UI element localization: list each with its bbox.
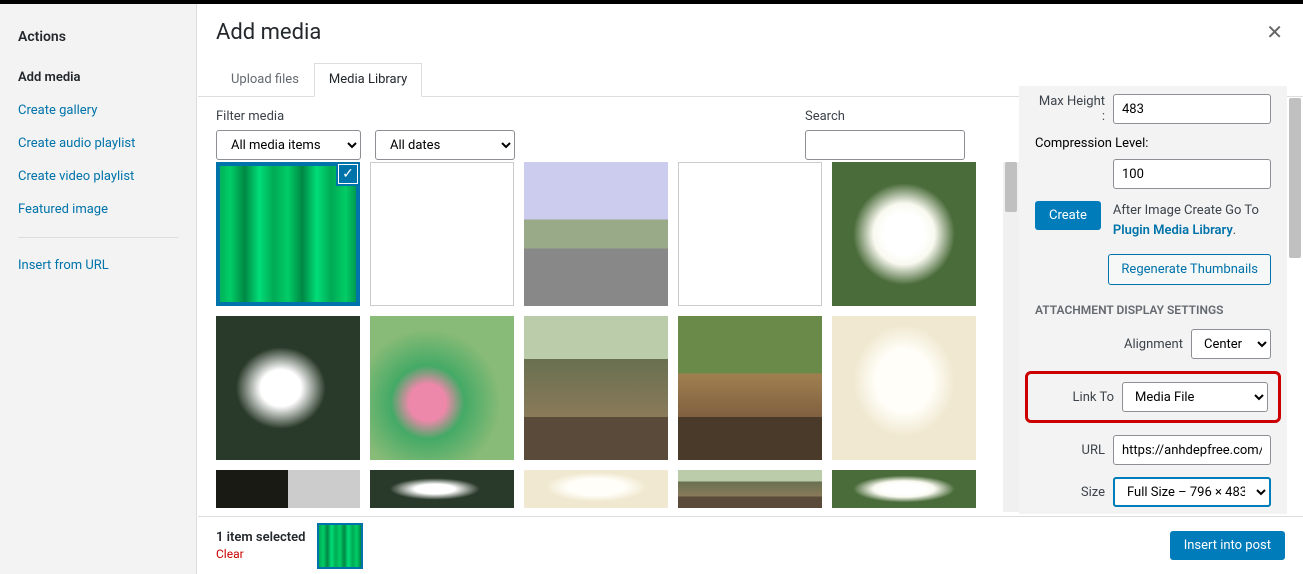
- footer-bar: 1 item selected Clear Insert into post: [198, 516, 1303, 574]
- gallery-scrollbar[interactable]: [1003, 162, 1019, 512]
- close-icon[interactable]: ✕: [1266, 20, 1283, 44]
- thumb-image: [832, 316, 976, 460]
- thumb-image: [370, 470, 514, 508]
- media-thumb[interactable]: [832, 316, 976, 460]
- after-create-text: After Image Create Go To Plugin Media Li…: [1113, 201, 1271, 240]
- checkmark-icon[interactable]: ✓: [336, 162, 360, 186]
- sidebar-item-create-video-playlist[interactable]: Create video playlist: [18, 169, 178, 184]
- create-button[interactable]: Create: [1035, 201, 1101, 230]
- filter-label: Filter media: [216, 109, 361, 124]
- media-thumb[interactable]: [678, 162, 822, 306]
- max-height-input[interactable]: [1113, 94, 1271, 124]
- sidebar-divider: [18, 237, 178, 238]
- thumb-image: [216, 470, 360, 508]
- media-thumb[interactable]: [524, 470, 668, 508]
- thumb-image: [370, 316, 514, 460]
- size-select[interactable]: Full Size – 796 × 483: [1113, 477, 1271, 507]
- media-gallery[interactable]: ✓: [216, 162, 1003, 514]
- right-panel-scrollbar[interactable]: [1287, 86, 1303, 516]
- page-title: Add media: [198, 4, 1303, 63]
- link-to-select[interactable]: Media File: [1122, 382, 1268, 412]
- tab-media-library[interactable]: Media Library: [314, 63, 422, 97]
- media-thumb[interactable]: [678, 470, 822, 508]
- thumb-image: [524, 162, 668, 306]
- regenerate-thumbnails-button[interactable]: Regenerate Thumbnails: [1108, 254, 1271, 285]
- tab-upload-files[interactable]: Upload files: [216, 63, 314, 96]
- media-thumb[interactable]: [832, 162, 976, 306]
- attachment-display-settings-title: Attachment Display Settings: [1035, 303, 1271, 317]
- media-thumb[interactable]: [370, 162, 514, 306]
- media-thumb[interactable]: [524, 162, 668, 306]
- max-height-label: Max Height :: [1035, 94, 1105, 124]
- thumb-image: [678, 162, 822, 306]
- sidebar-heading: Actions: [18, 29, 178, 45]
- media-thumb[interactable]: [370, 470, 514, 508]
- media-thumb[interactable]: ✓: [216, 162, 360, 306]
- sidebar-item-add-media[interactable]: Add media: [18, 70, 178, 85]
- filter-date-select[interactable]: All dates: [375, 130, 515, 160]
- sidebar-item-insert-from-url[interactable]: Insert from URL: [18, 258, 178, 273]
- thumb-image: [832, 470, 976, 508]
- sidebar-item-create-audio-playlist[interactable]: Create audio playlist: [18, 136, 178, 151]
- compression-label: Compression Level:: [1035, 136, 1148, 151]
- thumb-image: [524, 316, 668, 460]
- link-to-label: Link To: [1073, 390, 1114, 405]
- actions-sidebar: Actions Add media Create gallery Create …: [0, 4, 197, 574]
- sidebar-item-create-gallery[interactable]: Create gallery: [18, 103, 178, 118]
- selected-thumb[interactable]: [319, 525, 361, 567]
- compression-input[interactable]: [1113, 159, 1271, 189]
- scrollbar-thumb[interactable]: [1289, 98, 1301, 258]
- media-thumb[interactable]: [216, 470, 360, 508]
- media-thumb[interactable]: [832, 470, 976, 508]
- clear-selection-link[interactable]: Clear: [216, 547, 305, 561]
- selection-count: 1 item selected: [216, 530, 305, 545]
- sidebar-item-featured-image[interactable]: Featured image: [18, 202, 178, 217]
- main-panel: Add media Upload files Media Library Fil…: [198, 4, 1303, 574]
- url-input[interactable]: [1113, 435, 1271, 465]
- media-thumb[interactable]: [524, 316, 668, 460]
- media-thumb[interactable]: [678, 316, 822, 460]
- thumb-image: [524, 470, 668, 508]
- media-thumb[interactable]: [370, 316, 514, 460]
- filter-type-select[interactable]: All media items: [216, 130, 361, 160]
- search-input[interactable]: [805, 130, 965, 160]
- media-thumb[interactable]: [216, 316, 360, 460]
- size-label: Size: [1081, 485, 1105, 500]
- alignment-select[interactable]: Center: [1191, 329, 1271, 359]
- attachment-settings-panel: Max Height : Compression Level: Create A…: [1019, 86, 1287, 514]
- link-to-highlight: Link To Media File: [1025, 371, 1281, 423]
- alignment-label: Alignment: [1124, 337, 1183, 352]
- insert-into-post-button[interactable]: Insert into post: [1170, 531, 1285, 560]
- thumb-image: [370, 162, 514, 306]
- url-label: URL: [1082, 443, 1105, 458]
- thumb-image: [216, 316, 360, 460]
- thumb-image: [832, 162, 976, 306]
- scrollbar-thumb[interactable]: [1005, 162, 1017, 212]
- search-label: Search: [805, 109, 965, 124]
- thumb-image: [678, 316, 822, 460]
- thumb-image: [678, 470, 822, 508]
- plugin-media-library-link[interactable]: Plugin Media Library: [1113, 223, 1233, 238]
